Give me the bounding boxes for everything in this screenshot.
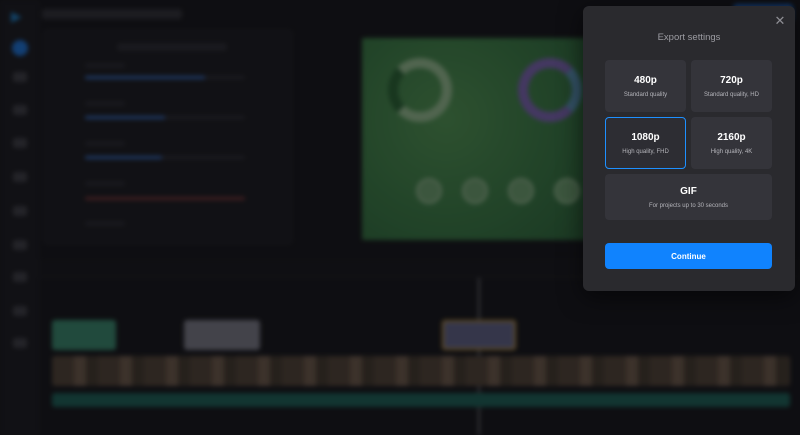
option-gif[interactable]: GIF For projects up to 30 seconds [605, 174, 772, 220]
continue-button[interactable]: Continue [605, 243, 772, 269]
option-sublabel: Standard quality, HD [704, 92, 759, 98]
option-sublabel: High quality, 4K [710, 149, 753, 155]
option-1080p[interactable]: 1080p High quality, FHD [605, 117, 686, 169]
export-settings-modal: Export settings ✕ 480p Standard quality … [583, 6, 795, 291]
close-icon[interactable]: ✕ [773, 14, 787, 28]
modal-title: Export settings [657, 32, 721, 43]
option-label: 2160p [717, 132, 746, 143]
option-2160p[interactable]: 2160p High quality, 4K [691, 117, 772, 169]
option-label: 1080p [631, 132, 660, 143]
option-sublabel: For projects up to 30 seconds [648, 203, 729, 209]
option-label: GIF [680, 186, 697, 197]
option-label: 480p [634, 75, 657, 86]
option-480p[interactable]: 480p Standard quality [605, 60, 686, 112]
option-label: 720p [720, 75, 743, 86]
option-720p[interactable]: 720p Standard quality, HD [691, 60, 772, 112]
option-sublabel: Standard quality [623, 92, 668, 98]
option-sublabel: High quality, FHD [622, 149, 669, 155]
